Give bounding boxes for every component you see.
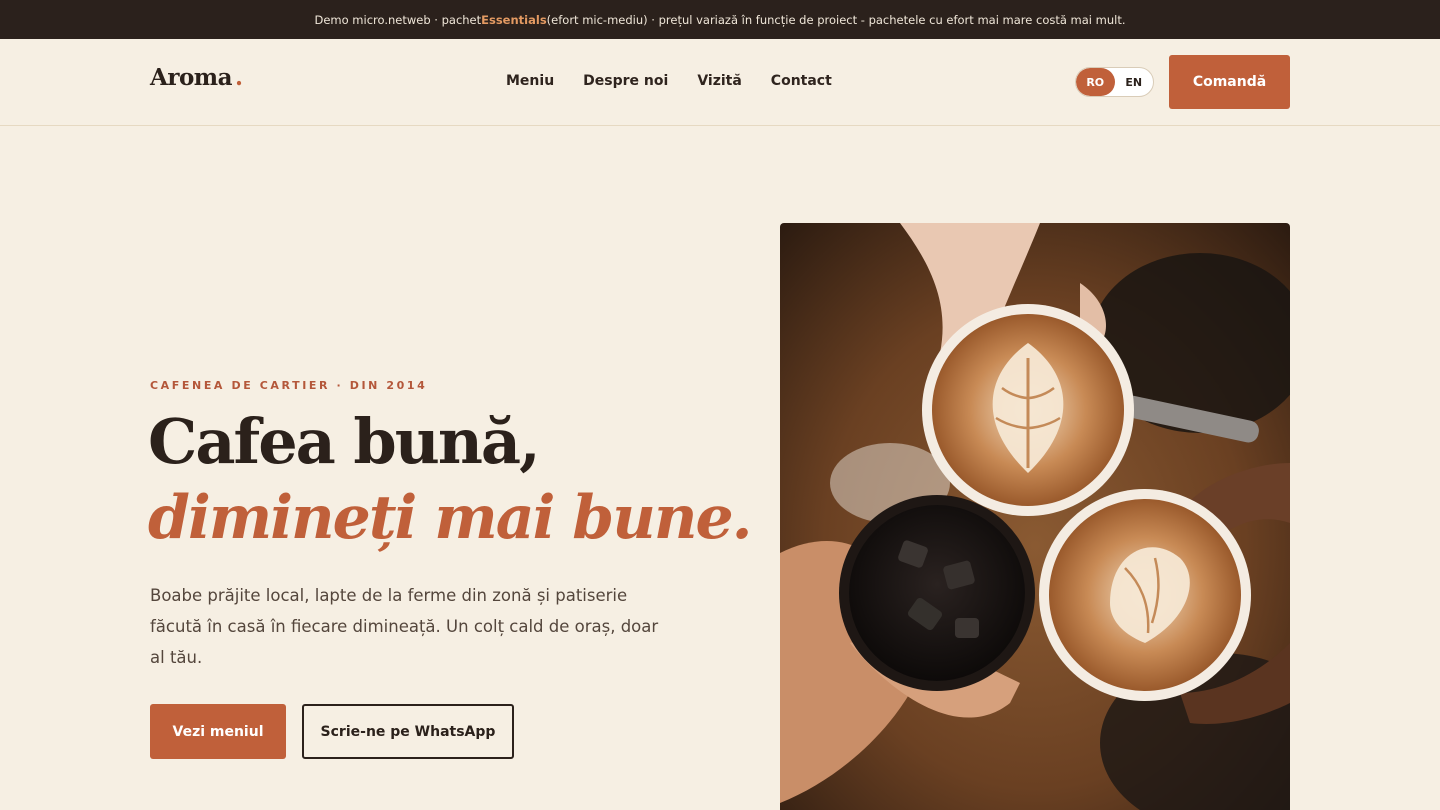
hero-lead: Boabe prăjite local, lapte de la ferme d… [150, 586, 659, 667]
language-switcher: RO EN [1075, 67, 1154, 97]
logo-text: Aroma [150, 64, 233, 91]
promo-prefix: Demo micro.netweb · pachet [314, 12, 482, 27]
logo-dot: . [235, 64, 243, 91]
nav-item-contact[interactable]: Contact [771, 73, 832, 89]
lang-ro-button[interactable]: RO [1076, 68, 1115, 96]
hero-title-line2: dimineți mai bune. [148, 483, 753, 553]
main-nav: Meniu Despre noi Vizită Contact [506, 73, 832, 89]
order-button[interactable]: Comandă [1169, 55, 1290, 109]
nav-item-meniu[interactable]: Meniu [506, 73, 554, 89]
brand-logo[interactable]: Aroma. [150, 64, 243, 91]
site-header: Aroma. Meniu Despre noi Vizită Contact R… [0, 39, 1440, 126]
view-menu-button[interactable]: Vezi meniul [150, 704, 286, 759]
nav-item-despre-noi[interactable]: Despre noi [583, 73, 668, 89]
promo-suffix: (efort mic-mediu) · prețul variază în fu… [546, 12, 1126, 27]
whatsapp-button[interactable]: Scrie-ne pe WhatsApp [302, 704, 514, 759]
promo-highlight: Essentials [481, 12, 547, 27]
nav-item-vizita[interactable]: Vizită [697, 73, 741, 89]
coffee-cups-toast-illustration [780, 223, 1290, 810]
lang-en-button[interactable]: EN [1115, 68, 1154, 96]
hero-coffee-image [780, 223, 1290, 810]
hero-eyebrow: CAFENEA DE CARTIER · DIN 2014 [150, 379, 428, 392]
hero-title-line1: Cafea bună, [148, 405, 541, 478]
promo-banner: Demo micro.netweb · pachet Essentials (e… [0, 0, 1440, 39]
